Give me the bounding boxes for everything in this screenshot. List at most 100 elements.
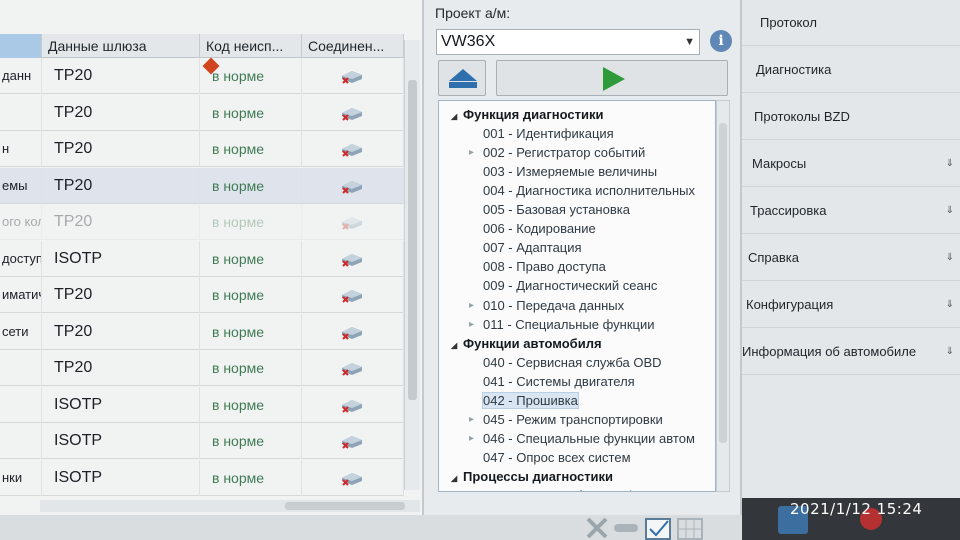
module-name: иматиче — [0, 277, 42, 313]
table-vertical-scrollbar[interactable] — [404, 40, 420, 490]
scroll-thumb[interactable] — [285, 502, 405, 510]
gateway-value: TP20 — [42, 350, 200, 386]
grid-icon[interactable] — [677, 518, 703, 540]
tree-item[interactable]: 042 - Прошивка — [439, 391, 579, 410]
tree-item[interactable]: 041 - Системы двигателя — [439, 372, 635, 391]
table-row[interactable]: иматичеTP20в норме — [0, 277, 404, 313]
gateway-value: ISOTP — [42, 459, 200, 496]
tree-item[interactable]: 045 - Режим транспортировки — [439, 410, 663, 429]
connection-icon — [342, 399, 362, 413]
menu-item[interactable]: Трассировка ⇓ — [742, 188, 960, 234]
tree-item[interactable]: 010 - Передача данных — [439, 296, 624, 315]
tree-group[interactable]: ◢ Функция диагностики — [439, 105, 603, 124]
menu-item[interactable]: Информация об автомобиле ⇓ — [742, 329, 960, 375]
chevron-down-icon[interactable]: ⇓ — [946, 205, 954, 216]
menu-item[interactable]: Макросы ⇓ — [742, 141, 960, 187]
table-row[interactable]: ого кол TP20 в норме — [0, 204, 404, 240]
tree-item[interactable]: 004 - Диагностика исполнительных — [439, 181, 695, 200]
project-select[interactable]: VW36X ▼ — [436, 29, 700, 55]
status-value: в норме — [200, 167, 302, 204]
table-row[interactable]: TP20 в норме — [0, 350, 404, 386]
chevron-down-icon[interactable]: ▼ — [684, 30, 695, 54]
functions-tree: ◢Функция диагностики 001 - Идентификация 0… — [438, 100, 716, 492]
module-name: нки — [0, 459, 42, 496]
tree-group[interactable]: ◢ Функции автомобиля — [439, 334, 602, 353]
table-row[interactable]: доступаISOTPв норме — [0, 240, 404, 277]
tree-item[interactable]: 001 - Идентификация — [439, 124, 614, 143]
link-icon[interactable] — [614, 524, 638, 532]
table-row[interactable]: емы TP20 в норме — [0, 167, 404, 204]
menu-item[interactable]: Конфигурация ⇓ — [742, 282, 960, 328]
tree-item[interactable]: 047 - Опрос всех систем — [439, 448, 631, 467]
chevron-down-icon[interactable]: ⇓ — [946, 252, 954, 263]
table-horizontal-scrollbar[interactable] — [40, 500, 420, 512]
tree-item[interactable]: 046 - Специальные функции автом — [439, 429, 695, 448]
menu-item[interactable]: Протоколы BZD — [742, 94, 960, 140]
tree-item-label: 041 - Системы двигателя — [483, 373, 635, 389]
menu-item-label: Информация об автомобиле — [742, 344, 917, 359]
header-gateway[interactable]: Данные шлюза — [42, 34, 200, 58]
table-row[interactable]: н TP20 в норме — [0, 131, 404, 167]
home-button[interactable] — [438, 60, 486, 96]
tree-item[interactable]: 060 - Ведомые функции/ВЛН — [439, 486, 658, 491]
start-button[interactable] — [496, 60, 728, 96]
status-value: в норме — [200, 459, 302, 496]
tree-item-label: 004 - Диагностика исполнительных — [483, 183, 695, 199]
table-row[interactable]: ISOTP в норме — [0, 386, 404, 423]
tree-item-label: 060 - Ведомые функции/ВЛН — [483, 488, 658, 491]
chevron-down-icon[interactable]: ⇓ — [946, 346, 954, 357]
side-menu: Протокол Диагностика Протоколы BZD Макросы ⇓… — [742, 0, 960, 540]
tree-item[interactable]: 002 - Регистратор событий — [439, 143, 645, 162]
menu-item[interactable]: Справка ⇓ — [742, 235, 960, 281]
chevron-down-icon[interactable]: ⇓ — [946, 299, 954, 310]
tree-scrollbar[interactable] — [716, 100, 730, 492]
home-icon — [449, 69, 477, 88]
module-name: доступа — [0, 240, 42, 277]
module-name — [0, 423, 42, 459]
tree-item[interactable]: 003 - Измеряемые величины — [439, 162, 657, 181]
menu-item-label: Трассировка — [750, 203, 827, 218]
tree-item-label: 005 - Базовая установка — [483, 202, 630, 218]
menu-item[interactable]: Протокол — [742, 0, 960, 46]
tree-group[interactable]: ◢ Процессы диагностики — [439, 467, 613, 486]
tree-item-label: 007 - Адаптация — [483, 240, 582, 256]
gateway-value: TP20 — [42, 313, 200, 350]
tree-item-label: 047 - Опрос всех систем — [483, 449, 631, 465]
gateway-value: TP20 — [42, 131, 200, 167]
tree-item[interactable]: 006 - Кодирование — [439, 219, 596, 238]
chevron-down-icon[interactable]: ⇓ — [946, 158, 954, 169]
checklist-icon[interactable] — [645, 518, 671, 540]
tree-item[interactable]: 011 - Специальные функции — [439, 315, 654, 334]
scroll-thumb[interactable] — [719, 123, 727, 443]
tree-item[interactable]: 007 - Адаптация — [439, 238, 582, 257]
header-code[interactable]: Код неисп... — [200, 34, 302, 58]
tree-item[interactable]: 009 - Диагностический сеанс — [439, 276, 657, 295]
connection-cell — [302, 423, 404, 459]
scroll-thumb[interactable] — [408, 80, 417, 400]
status-value: в норме — [200, 350, 302, 386]
info-icon[interactable]: i — [710, 30, 732, 52]
header-connection[interactable]: Соединен... — [302, 34, 404, 58]
connection-cell — [302, 94, 404, 131]
modules-table-panel: Данные шлюза Код неисп... Соединен... да… — [0, 0, 422, 515]
tree-item-label: 010 - Передача данных — [483, 297, 625, 313]
connection-cell — [302, 131, 404, 167]
disconnect-icon[interactable] — [586, 517, 608, 539]
table-row[interactable]: нки ISOTP в норме — [0, 459, 404, 496]
table-row[interactable]: данн TP20 в норме — [0, 58, 404, 94]
tree-item[interactable]: 008 - Право доступа — [439, 257, 606, 276]
tree-group-label: Функция диагностики — [463, 107, 604, 122]
tree-item[interactable]: 005 - Базовая установка — [439, 200, 630, 219]
menu-item[interactable]: Диагностика — [742, 47, 960, 93]
header-name[interactable] — [0, 34, 42, 58]
gateway-value: ISOTP — [42, 240, 200, 277]
module-name — [0, 350, 42, 386]
table-row[interactable]: TP20 в норме — [0, 94, 404, 131]
table-row[interactable]: сети TP20 в норме — [0, 313, 404, 350]
tree-item[interactable]: 040 - Сервисная служба OBD — [439, 353, 662, 372]
connection-cell — [302, 350, 404, 386]
menu-item-label: Справка — [748, 250, 799, 265]
tree-item-label: 046 - Специальные функции автом — [483, 430, 695, 446]
table-row[interactable]: ISOTP в норме — [0, 423, 404, 459]
project-label: Проект а/м: — [435, 5, 511, 21]
